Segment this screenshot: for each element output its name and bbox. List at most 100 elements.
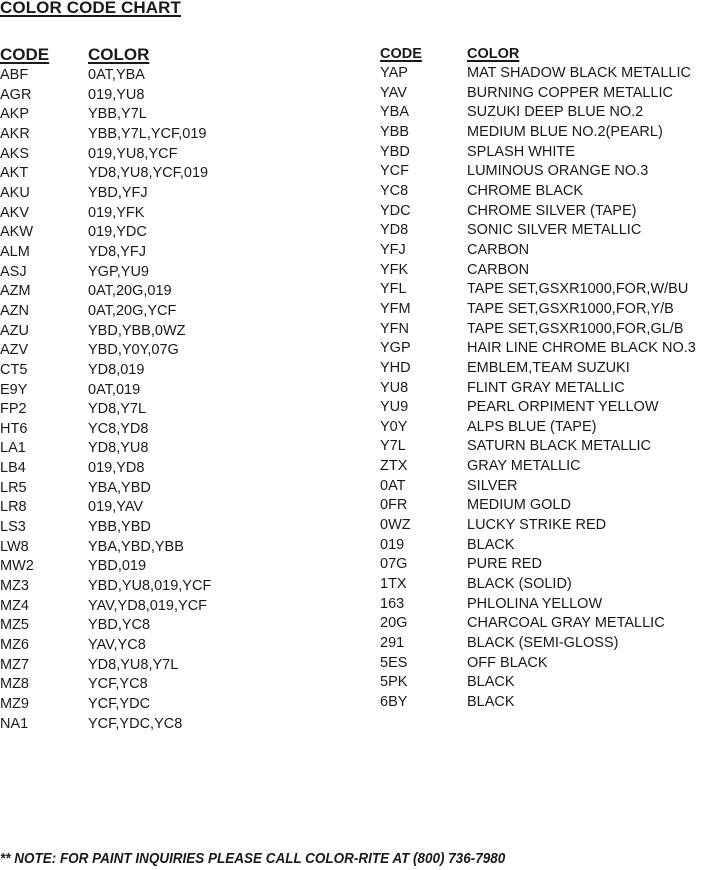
color-cell: 0AT,20G,YCF (88, 302, 177, 319)
color-column-header: COLOR (467, 46, 520, 62)
code-cell: E9Y (0, 381, 28, 398)
color-cell: PURE RED (467, 556, 542, 573)
color-cell: YBA,YBD,YBB (88, 538, 184, 555)
code-cell: YFM (380, 300, 411, 317)
code-cell: 019 (380, 536, 405, 553)
code-cell: ALM (0, 243, 30, 260)
code-column-header: CODE (380, 46, 422, 62)
color-cell: YAV,YC8 (88, 637, 146, 654)
code-cell: AZM (0, 283, 31, 300)
color-cell: 0AT,20G,019 (88, 283, 172, 300)
code-cell: AKP (0, 106, 30, 123)
color-cell: YD8,YU8,Y7L (88, 656, 179, 673)
code-cell: 6BY (380, 694, 408, 710)
color-cell: YGP,YU9 (88, 263, 149, 280)
code-cell: LW8 (0, 538, 29, 555)
color-cell: CARBON (467, 261, 530, 278)
color-cell: LUMINOUS ORANGE NO.3 (467, 163, 649, 180)
code-cell: 1TX (380, 576, 407, 593)
code-cell: FP2 (0, 401, 27, 418)
code-cell: 0AT (380, 477, 406, 494)
code-cell: YU9 (380, 399, 409, 416)
code-cell: MZ9 (0, 696, 29, 712)
code-cell: 20G (380, 615, 408, 632)
code-cell: MZ3 (0, 578, 29, 595)
code-cell: YAV (380, 84, 407, 101)
color-cell: ALPS BLUE (TAPE) (467, 418, 597, 435)
code-cell: AKW (0, 224, 34, 241)
color-cell: YAV,YD8,019,YCF (88, 597, 208, 614)
code-cell: MW2 (0, 558, 34, 575)
color-cell: SILVER (467, 477, 518, 494)
code-cell: YBD (380, 143, 410, 160)
code-cell: 0FR (380, 497, 408, 514)
color-cell: MAT SHADOW BLACK METALLIC (467, 65, 691, 81)
color-cell: 0AT,YBA (88, 67, 145, 83)
color-cell: 0AT,019 (88, 381, 141, 398)
code-cell: MZ5 (0, 617, 29, 634)
code-cell: LA1 (0, 440, 26, 457)
color-cell: SATURN BLACK METALLIC (467, 438, 651, 455)
color-cell: BLACK (467, 674, 515, 691)
color-cell: HAIR LINE CHROME BLACK NO.3 (467, 340, 696, 357)
color-cell: YBB,Y7L,YCF,019 (88, 125, 207, 142)
code-cell: 07G (380, 556, 408, 573)
color-cell: YBD,YBB,0WZ (88, 322, 186, 339)
color-cell: TAPE SET,GSXR1000,FOR,W/BU (467, 281, 689, 298)
color-cell: 019,YU8,YCF (88, 145, 178, 162)
color-cell: BURNING COPPER METALLIC (467, 84, 673, 101)
color-cell: TAPE SET,GSXR1000,FOR,Y/B (467, 300, 674, 317)
color-column-header: COLOR (88, 45, 150, 64)
color-cell: CHROME BLACK (467, 182, 584, 199)
code-cell: AGR (0, 86, 32, 103)
code-cell: AKV (0, 204, 30, 221)
color-cell: TAPE SET,GSXR1000,FOR,GL/B (467, 320, 684, 337)
color-cell: 019,YDC (88, 224, 147, 241)
code-cell: YFN (380, 320, 409, 337)
color-cell: YBD,YU8,019,YCF (88, 578, 212, 595)
color-cell: YBD,YC8 (88, 617, 151, 634)
code-cell: YFL (380, 281, 407, 298)
code-cell: YAP (380, 65, 408, 81)
code-cell: 5ES (380, 654, 408, 671)
code-cell: ZTX (380, 458, 408, 475)
code-cell: LR8 (0, 499, 27, 516)
code-cell: ASJ (0, 263, 27, 280)
color-cell: 019,YFK (88, 204, 145, 221)
code-cell: AZU (0, 322, 29, 339)
code-column-header: CODE (0, 45, 50, 64)
color-cell: EMBLEM,TEAM SUZUKI (467, 359, 630, 376)
color-cell: YD8,019 (88, 361, 145, 378)
code-cell: AKT (0, 165, 29, 182)
color-cell: BLACK (467, 694, 515, 710)
color-cell: YC8,YD8 (88, 420, 149, 437)
color-cell: YD8,YU8 (88, 440, 149, 457)
code-cell: AKS (0, 145, 30, 162)
code-cell: AZN (0, 302, 29, 319)
code-cell: YCF (380, 163, 409, 180)
color-cell: GRAY METALLIC (467, 458, 581, 475)
color-cell: CARBON (467, 241, 530, 258)
color-cell: SPLASH WHITE (467, 143, 575, 160)
footer-note: ** NOTE: FOR PAINT INQUIRIES PLEASE CALL… (0, 851, 506, 867)
color-cell: YD8,YU8,YCF,019 (88, 165, 209, 182)
code-cell: YDC (380, 202, 411, 219)
code-cell: LB4 (0, 460, 26, 477)
code-cell: ABF (0, 67, 29, 83)
color-cell: PEARL ORPIMENT YELLOW (467, 399, 659, 416)
code-cell: YFK (380, 261, 409, 278)
code-cell: 163 (380, 595, 405, 612)
color-cell: 019,YAV (88, 499, 144, 516)
color-cell: YD8,YFJ (88, 243, 147, 260)
color-cell: BLACK (SEMI-GLOSS) (467, 635, 619, 652)
color-cell: BLACK (SOLID) (467, 576, 572, 593)
color-cell: YCF,YC8 (88, 676, 148, 693)
color-cell: YCF,YDC (88, 696, 151, 712)
code-cell: HT6 (0, 420, 28, 437)
code-cell: MZ8 (0, 676, 29, 693)
code-cell: YU8 (380, 379, 409, 396)
color-cell: PHLOLINA YELLOW (467, 595, 603, 612)
color-cell: YBD,019 (88, 558, 147, 575)
code-cell: AKR (0, 125, 30, 142)
color-cell: SUZUKI DEEP BLUE NO.2 (467, 104, 644, 121)
